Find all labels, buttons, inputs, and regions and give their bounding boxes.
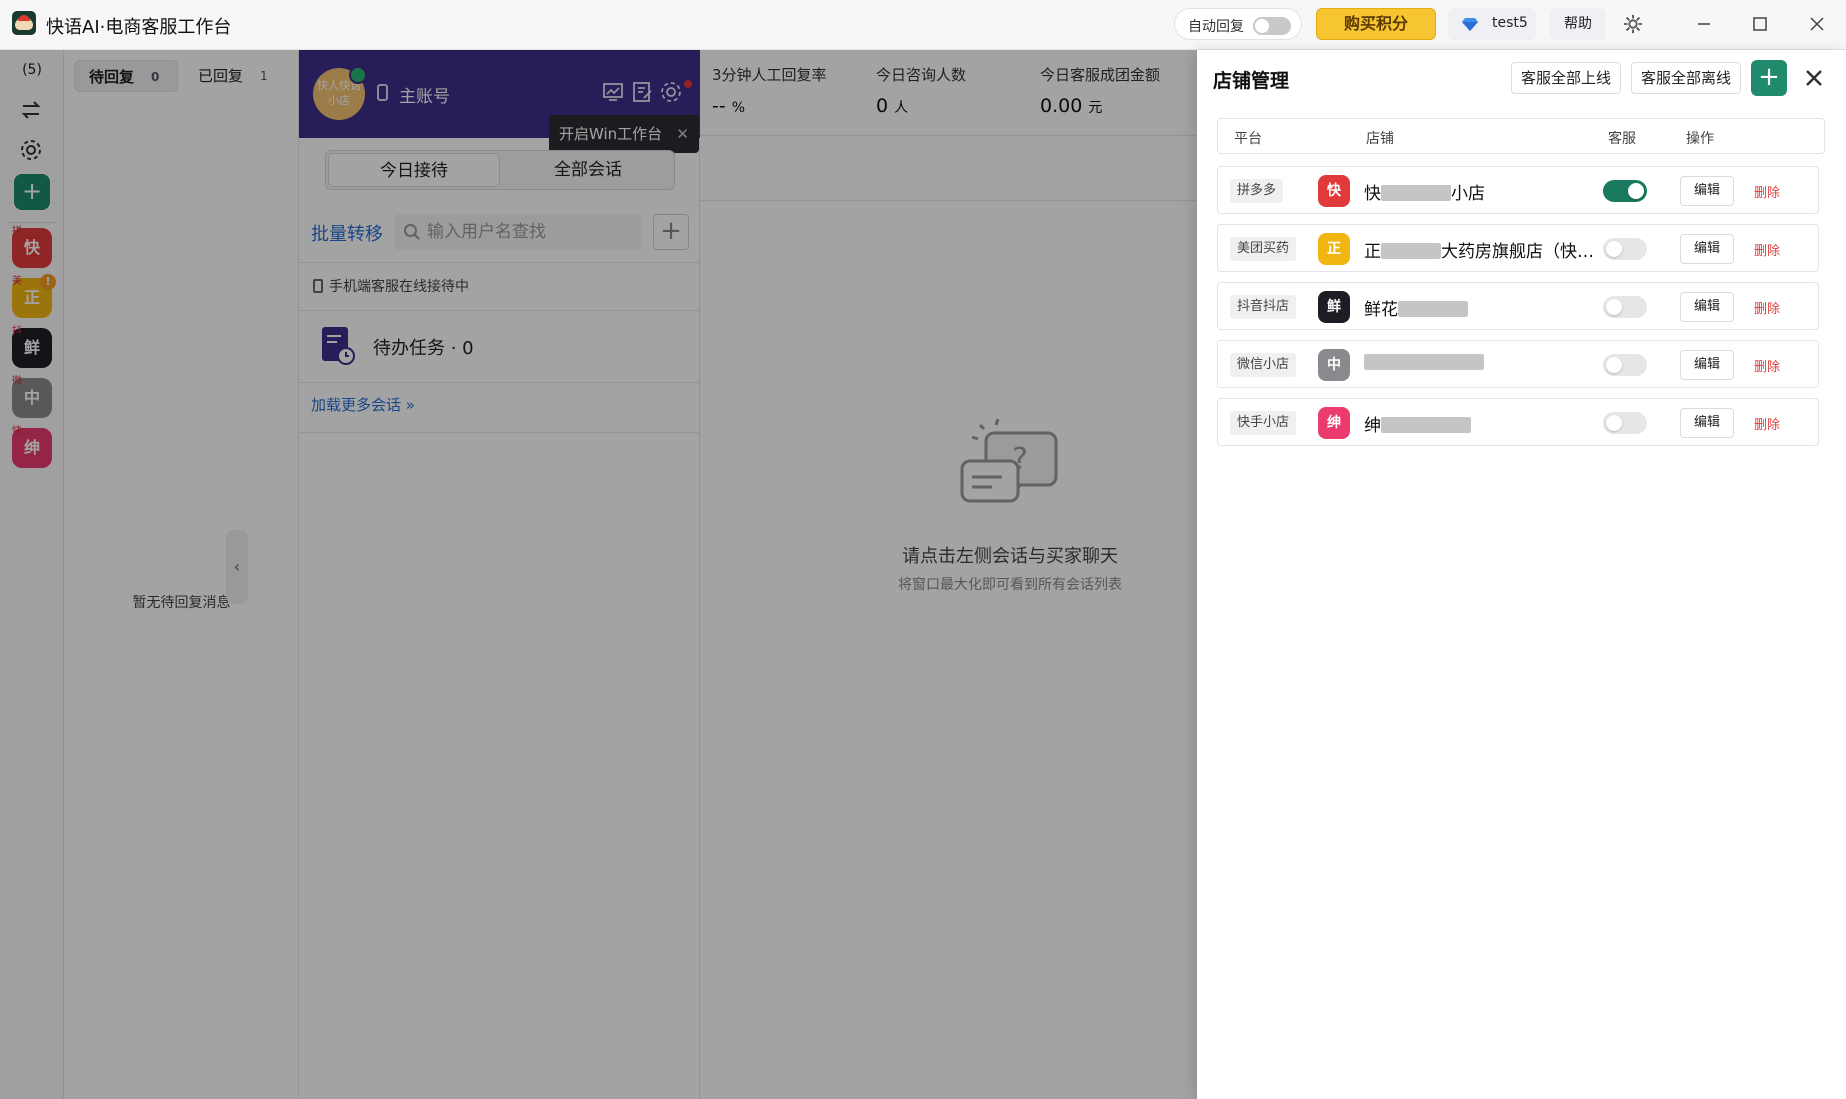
title-bar: 快语AI·电商客服工作台 自动回复 购买积分 test5 帮助 xyxy=(0,0,1846,50)
settings-gear-icon[interactable] xyxy=(1622,13,1644,35)
service-toggle[interactable] xyxy=(1603,180,1647,202)
redacted-text xyxy=(1398,301,1468,317)
store-name-start: 绅 xyxy=(1364,416,1381,436)
edit-button[interactable]: 编辑 xyxy=(1680,292,1734,322)
delete-link[interactable]: 删除 xyxy=(1754,356,1780,375)
store-name: 正 大药房旗舰店（快… xyxy=(1364,237,1594,262)
app-title: 快语AI·电商客服工作台 xyxy=(46,17,232,38)
store-name: 快 小店 xyxy=(1364,179,1485,204)
store-row: 快手小店绅绅编辑 删除 xyxy=(1217,398,1819,446)
edit-button[interactable]: 编辑 xyxy=(1680,176,1734,206)
store-avatar: 正 xyxy=(1318,233,1350,265)
auto-reply-switch[interactable]: 自动回复 xyxy=(1174,8,1302,40)
column-header: 店铺 xyxy=(1366,131,1394,147)
maximize-icon[interactable] xyxy=(1746,10,1774,38)
store-name: 鲜花 xyxy=(1364,295,1468,320)
store-avatar: 鲜 xyxy=(1318,291,1350,323)
delete-link[interactable]: 删除 xyxy=(1754,240,1780,259)
store-name-start: 鲜花 xyxy=(1364,300,1398,320)
store-avatar: 中 xyxy=(1318,349,1350,381)
store-name: 绅 xyxy=(1364,411,1471,436)
redacted-text xyxy=(1381,185,1451,201)
all-online-button[interactable]: 客服全部上线 xyxy=(1511,62,1621,94)
auto-reply-label: 自动回复 xyxy=(1188,19,1244,35)
store-name-end: 大药房旗舰店（快… xyxy=(1441,242,1594,262)
edit-button[interactable]: 编辑 xyxy=(1680,408,1734,438)
service-toggle[interactable] xyxy=(1603,296,1647,318)
close-drawer-icon[interactable] xyxy=(1803,67,1825,89)
store-row: 拼多多 快快 小店 编辑 删除 xyxy=(1217,166,1819,214)
buy-points-button[interactable]: 购买积分 xyxy=(1316,8,1436,40)
edit-button[interactable]: 编辑 xyxy=(1680,234,1734,264)
platform-label: 抖音抖店 xyxy=(1230,295,1297,319)
store-row: 美团买药正正大药房旗舰店（快… 编辑 删除 xyxy=(1217,224,1819,272)
table-header: 平台 店铺 客服 操作 xyxy=(1217,118,1825,154)
modal-backdrop[interactable] xyxy=(0,50,1197,1099)
redacted-text xyxy=(1381,243,1441,259)
column-header: 平台 xyxy=(1234,131,1262,147)
add-store-button[interactable]: + xyxy=(1751,60,1787,96)
close-window-icon[interactable] xyxy=(1803,10,1831,38)
store-name-start: 快 xyxy=(1364,184,1381,204)
edit-button[interactable]: 编辑 xyxy=(1680,350,1734,380)
store-name-start: 正 xyxy=(1364,242,1381,262)
auto-reply-toggle[interactable] xyxy=(1253,17,1291,35)
store-row: 抖音抖店鲜鲜花 编辑 删除 xyxy=(1217,282,1819,330)
delete-link[interactable]: 删除 xyxy=(1754,298,1780,317)
redacted-text xyxy=(1364,354,1484,370)
delete-link[interactable]: 删除 xyxy=(1754,182,1780,201)
platform-label: 微信小店 xyxy=(1230,353,1297,377)
service-toggle[interactable] xyxy=(1603,354,1647,376)
user-account-button[interactable]: test5 xyxy=(1448,8,1536,40)
app-logo-icon xyxy=(12,11,36,35)
column-header: 客服 xyxy=(1608,131,1636,147)
column-header: 操作 xyxy=(1686,131,1714,147)
service-toggle[interactable] xyxy=(1603,412,1647,434)
delete-link[interactable]: 删除 xyxy=(1754,414,1780,433)
redacted-text xyxy=(1381,417,1471,433)
store-avatar: 绅 xyxy=(1318,407,1350,439)
drawer-title: 店铺管理 xyxy=(1213,70,1290,92)
diamond-icon xyxy=(1462,18,1478,31)
service-toggle[interactable] xyxy=(1603,238,1647,260)
store-avatar: 快 xyxy=(1318,175,1350,207)
store-management-drawer: 店铺管理 客服全部上线 客服全部离线 + 平台 店铺 客服 操作 拼多多 快快 小店… xyxy=(1197,50,1846,1099)
store-name-end: 小店 xyxy=(1451,184,1485,204)
store-row: 微信小店中 编辑 删除 xyxy=(1217,340,1819,388)
minimize-icon[interactable] xyxy=(1690,10,1718,38)
all-offline-button[interactable]: 客服全部离线 xyxy=(1631,62,1741,94)
platform-label: 快手小店 xyxy=(1230,411,1297,435)
platform-label: 美团买药 xyxy=(1230,237,1297,261)
help-button[interactable]: 帮助 xyxy=(1550,8,1606,40)
username: test5 xyxy=(1492,15,1528,31)
store-name xyxy=(1364,353,1484,373)
platform-label: 拼多多 xyxy=(1230,179,1284,203)
